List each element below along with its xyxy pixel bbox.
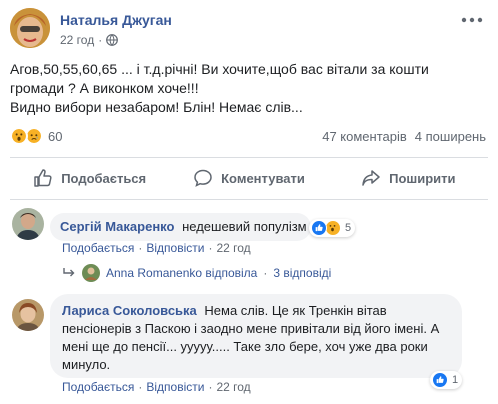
share-label: Поширити (389, 170, 456, 186)
post-time[interactable]: 22 год (60, 33, 94, 47)
post-action-bar: Подобається Коментувати Поширити (10, 158, 488, 198)
comment-author[interactable]: Лариса Соколовська (62, 303, 197, 318)
replier-avatar (82, 264, 100, 282)
comment-time[interactable]: 22 год (216, 380, 250, 394)
comment-text: недешевий популізм (182, 219, 307, 234)
comment-reactions[interactable]: 5 (309, 219, 356, 237)
footer-dot: · (208, 380, 213, 394)
reply-arrow-icon (63, 268, 75, 277)
comment-like-link[interactable]: Подобається (62, 241, 134, 255)
replies-author[interactable]: Anna Romanenko відповіла (106, 266, 257, 280)
comment-reactions[interactable]: 1 (430, 371, 463, 389)
comment-label: Коментувати (221, 170, 305, 186)
footer-dot: · (208, 241, 213, 255)
post-text-line: громади ? А виконком хоче!!! (10, 80, 199, 96)
wow-reaction-icon (10, 127, 28, 145)
reaction-count[interactable]: 60 (48, 129, 62, 144)
replies-count[interactable]: 3 відповіді (273, 266, 331, 280)
post-text: Агов,50,55,60,65 ... і т.д.річні! Ви хоч… (10, 60, 490, 117)
like-button[interactable]: Подобається (10, 158, 169, 198)
footer-dot: · (263, 266, 268, 280)
more-options-icon[interactable] (460, 14, 484, 26)
comment-reaction-count: 1 (452, 374, 459, 386)
comment-reply-link[interactable]: Відповісти (146, 241, 204, 255)
footer-dot: · (138, 241, 143, 255)
globe-icon (106, 34, 119, 46)
like-label: Подобається (61, 170, 147, 186)
commenter-avatar[interactable] (12, 208, 44, 240)
share-button[interactable]: Поширити (329, 158, 488, 198)
meta-separator: · (98, 33, 103, 47)
post-text-line: Видно вибори незабаром! Блін! Немає слів… (10, 99, 303, 115)
divider (10, 199, 488, 200)
comments-count[interactable]: 47 коментарів (322, 129, 407, 144)
comment-like-link[interactable]: Подобається (62, 380, 134, 394)
comment-button[interactable]: Коментувати (169, 158, 328, 198)
comment-bubble: Сергій Макаренко недешевий популізм (50, 213, 311, 241)
post-counts: 47 коментарів 4 поширень (322, 129, 486, 144)
comment-reaction-count: 5 (345, 222, 352, 234)
comment-footer: Подобається · Відповісти · 22 год (62, 241, 251, 255)
comment-bubble: Лариса Соколовська Нема слів. Це як Трен… (50, 294, 462, 378)
post-meta: 22 год · (60, 33, 119, 47)
author-avatar[interactable] (10, 8, 50, 48)
share-arrow-icon (362, 170, 380, 186)
comment-time[interactable]: 22 год (216, 241, 250, 255)
view-replies[interactable]: Anna Romanenko відповіла · 3 відповіді (62, 264, 331, 282)
post-reactions[interactable]: 60 (10, 127, 62, 145)
shares-count[interactable]: 4 поширень (415, 129, 486, 144)
post-author-name[interactable]: Наталья Джуган (60, 12, 172, 28)
comment-bubble-icon (194, 169, 212, 187)
comment-footer: Подобається · Відповісти · 22 год (62, 380, 251, 394)
comment-author[interactable]: Сергій Макаренко (60, 219, 174, 234)
commenter-avatar[interactable] (12, 299, 44, 331)
footer-dot: · (138, 380, 143, 394)
like-reaction-icon (432, 372, 448, 388)
wow-reaction-icon (325, 220, 341, 236)
thumbs-up-icon (34, 169, 52, 187)
post-text-line: Агов,50,55,60,65 ... і т.д.річні! Ви хоч… (10, 61, 429, 77)
like-reaction-icon (311, 220, 327, 236)
comment-reply-link[interactable]: Відповісти (146, 380, 204, 394)
